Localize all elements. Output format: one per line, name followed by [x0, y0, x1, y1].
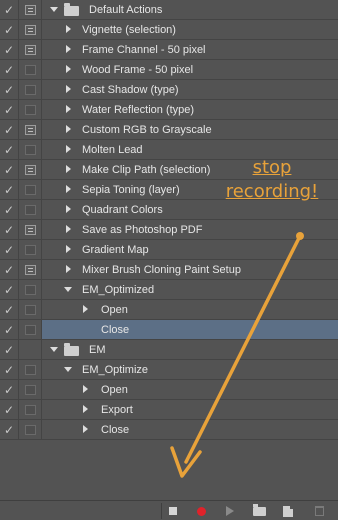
- new-item-icon: [283, 505, 293, 517]
- play-icon: [226, 506, 234, 516]
- new-action-button[interactable]: [277, 503, 299, 519]
- trash-icon: [314, 506, 324, 516]
- record-dot-icon: [196, 506, 206, 516]
- record-button[interactable]: [190, 503, 212, 519]
- delete-button[interactable]: [308, 503, 330, 519]
- arrow-tail-dot: [296, 232, 304, 240]
- actions-toolbar: [0, 500, 338, 520]
- arrow-shaft: [184, 234, 302, 464]
- annotation-arrow: [170, 232, 304, 478]
- stop-square-icon: [169, 507, 177, 515]
- folder-icon: [252, 503, 266, 516]
- play-button[interactable]: [219, 503, 241, 519]
- stop-button[interactable]: [161, 503, 184, 519]
- new-set-button[interactable]: [248, 503, 270, 519]
